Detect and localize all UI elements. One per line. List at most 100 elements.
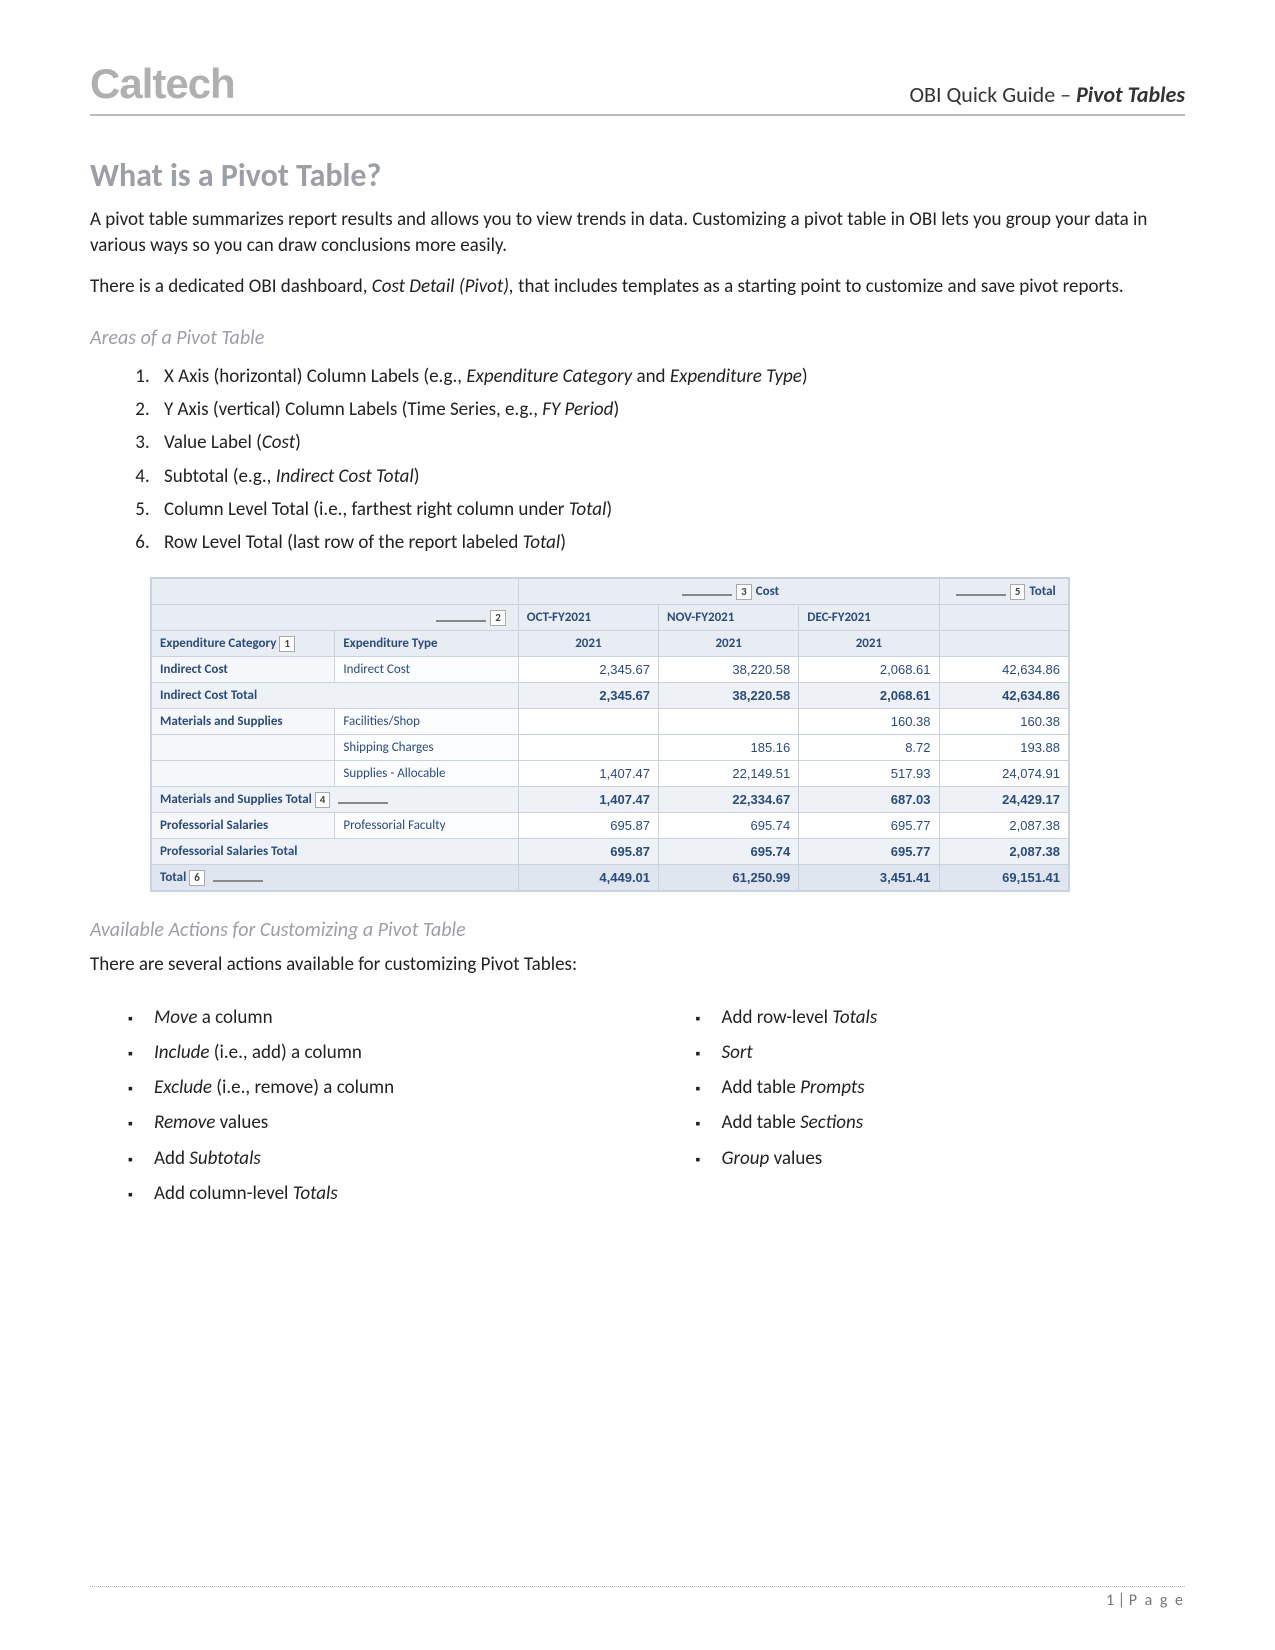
cell: Materials and Supplies bbox=[152, 709, 335, 735]
cell: 2,087.38 bbox=[939, 839, 1069, 865]
page-number: 1 bbox=[1106, 1591, 1114, 1610]
cell: Supplies - Allocable bbox=[335, 761, 518, 787]
cell: 38,220.58 bbox=[659, 657, 799, 683]
list-item: Add row-level Totals bbox=[722, 1000, 1186, 1035]
cell: 193.88 bbox=[939, 735, 1069, 761]
cell: 185.16 bbox=[659, 735, 799, 761]
t: Group bbox=[722, 1147, 770, 1170]
t: and bbox=[632, 365, 670, 388]
t: Total bbox=[569, 498, 607, 521]
list-item: Add Subtotals bbox=[154, 1141, 618, 1176]
area-item-1: X Axis (horizontal) Column Labels (e.g.,… bbox=[154, 360, 1185, 393]
cell: 2,068.61 bbox=[799, 683, 939, 709]
cell: 695.87 bbox=[518, 813, 658, 839]
cell: 22,334.67 bbox=[659, 787, 799, 813]
list-item: Add column-level Totals bbox=[154, 1176, 618, 1211]
areas-heading: Areas of a Pivot Table bbox=[90, 326, 1185, 350]
cell: 2,345.67 bbox=[518, 657, 658, 683]
t: ) bbox=[295, 431, 301, 454]
t: Expenditure Type bbox=[670, 365, 802, 388]
callout-1: 1 bbox=[279, 636, 295, 652]
p2-i: Cost Detail (Pivot), bbox=[372, 275, 514, 298]
actions-left: Move a column Include (i.e., add) a colu… bbox=[90, 1000, 618, 1211]
table-row: Indirect Cost Indirect Cost 2,345.67 38,… bbox=[152, 657, 1069, 683]
list-item: Sort bbox=[722, 1035, 1186, 1070]
areas-list: X Axis (horizontal) Column Labels (e.g.,… bbox=[90, 360, 1185, 560]
t: Add bbox=[154, 1147, 189, 1170]
t: Sections bbox=[800, 1111, 863, 1134]
t: Add table bbox=[722, 1076, 801, 1099]
t: values bbox=[215, 1111, 268, 1134]
callout-5: 5 bbox=[1010, 584, 1026, 600]
col-cat: Expenditure Category bbox=[160, 636, 276, 651]
doc-title: OBI Quick Guide – Pivot Tables bbox=[909, 81, 1185, 108]
cell: 69,151.41 bbox=[939, 865, 1069, 891]
cell: Indirect Cost bbox=[152, 657, 335, 683]
logo-text: Caltech bbox=[90, 60, 235, 108]
t: Subtotal (e.g., bbox=[164, 465, 276, 488]
t: Cost bbox=[262, 431, 295, 454]
cell: Professorial Salaries Total bbox=[152, 839, 519, 865]
period-2: DEC-FY2021 bbox=[799, 605, 939, 631]
area-item-4: Subtotal (e.g., Indirect Cost Total) bbox=[154, 460, 1185, 493]
callout-3: 3 bbox=[736, 584, 752, 600]
area-item-2: Y Axis (vertical) Column Labels (Time Se… bbox=[154, 393, 1185, 426]
t: Totals bbox=[832, 1006, 877, 1029]
t: Totals bbox=[293, 1182, 338, 1205]
t: Add column-level bbox=[154, 1182, 293, 1205]
grand-total-row: Total 6 4,449.01 61,250.99 3,451.41 69,1… bbox=[152, 865, 1069, 891]
callout-6: 6 bbox=[189, 870, 205, 886]
t: Total bbox=[523, 531, 561, 554]
cell bbox=[152, 761, 335, 787]
t: Row Level Total (last row of the report … bbox=[164, 531, 523, 554]
list-item: Include (i.e., add) a column bbox=[154, 1035, 618, 1070]
cell: 517.93 bbox=[799, 761, 939, 787]
cell: Facilities/Shop bbox=[335, 709, 518, 735]
area-item-5: Column Level Total (i.e., farthest right… bbox=[154, 493, 1185, 526]
t: Move bbox=[154, 1006, 197, 1029]
cell: Professorial Salaries bbox=[152, 813, 335, 839]
cell: Professorial Faculty bbox=[335, 813, 518, 839]
list-item: Move a column bbox=[154, 1000, 618, 1035]
actions-intro: There are several actions available for … bbox=[90, 952, 1185, 978]
cell: Shipping Charges bbox=[335, 735, 518, 761]
page-footer: 1 | P a g e bbox=[90, 1586, 1185, 1610]
cell: 4,449.01 bbox=[518, 865, 658, 891]
t: Include bbox=[154, 1041, 209, 1064]
t: (i.e., add) a column bbox=[209, 1041, 361, 1064]
cell: 3,451.41 bbox=[799, 865, 939, 891]
t: Value Label ( bbox=[164, 431, 262, 454]
yr-1: 2021 bbox=[659, 631, 799, 657]
list-item: Group values bbox=[722, 1141, 1186, 1176]
cell: 38,220.58 bbox=[659, 683, 799, 709]
table-row: Professorial Salaries Professorial Facul… bbox=[152, 813, 1069, 839]
callout-2: 2 bbox=[490, 610, 506, 626]
cell: 24,429.17 bbox=[939, 787, 1069, 813]
cell: 160.38 bbox=[939, 709, 1069, 735]
t: values bbox=[769, 1147, 822, 1170]
table-row: Supplies - Allocable 1,407.47 22,149.51 … bbox=[152, 761, 1069, 787]
callout-4: 4 bbox=[315, 792, 331, 808]
cell: 160.38 bbox=[799, 709, 939, 735]
t: Sort bbox=[722, 1041, 753, 1064]
cell: 2,345.67 bbox=[518, 683, 658, 709]
t: Exclude bbox=[154, 1076, 212, 1099]
cell: 695.74 bbox=[659, 839, 799, 865]
cell: 8.72 bbox=[799, 735, 939, 761]
cell: 1,407.47 bbox=[518, 761, 658, 787]
intro-para-1: A pivot table summarizes report results … bbox=[90, 207, 1185, 258]
t: Add table bbox=[722, 1111, 801, 1134]
subtotal-row: Professorial Salaries Total 695.87 695.7… bbox=[152, 839, 1069, 865]
cell: 24,074.91 bbox=[939, 761, 1069, 787]
cell: Indirect Cost bbox=[335, 657, 518, 683]
subtotal-row: Indirect Cost Total 2,345.67 38,220.58 2… bbox=[152, 683, 1069, 709]
list-item: Exclude (i.e., remove) a column bbox=[154, 1070, 618, 1105]
cell: 2,087.38 bbox=[939, 813, 1069, 839]
list-item: Remove values bbox=[154, 1105, 618, 1140]
page-label: P a g e bbox=[1129, 1591, 1185, 1610]
cell: 695.77 bbox=[799, 813, 939, 839]
t: ) bbox=[802, 365, 808, 388]
table-row: Shipping Charges 185.16 8.72 193.88 bbox=[152, 735, 1069, 761]
t: Add row-level bbox=[722, 1006, 833, 1029]
t: Remove bbox=[154, 1111, 215, 1134]
